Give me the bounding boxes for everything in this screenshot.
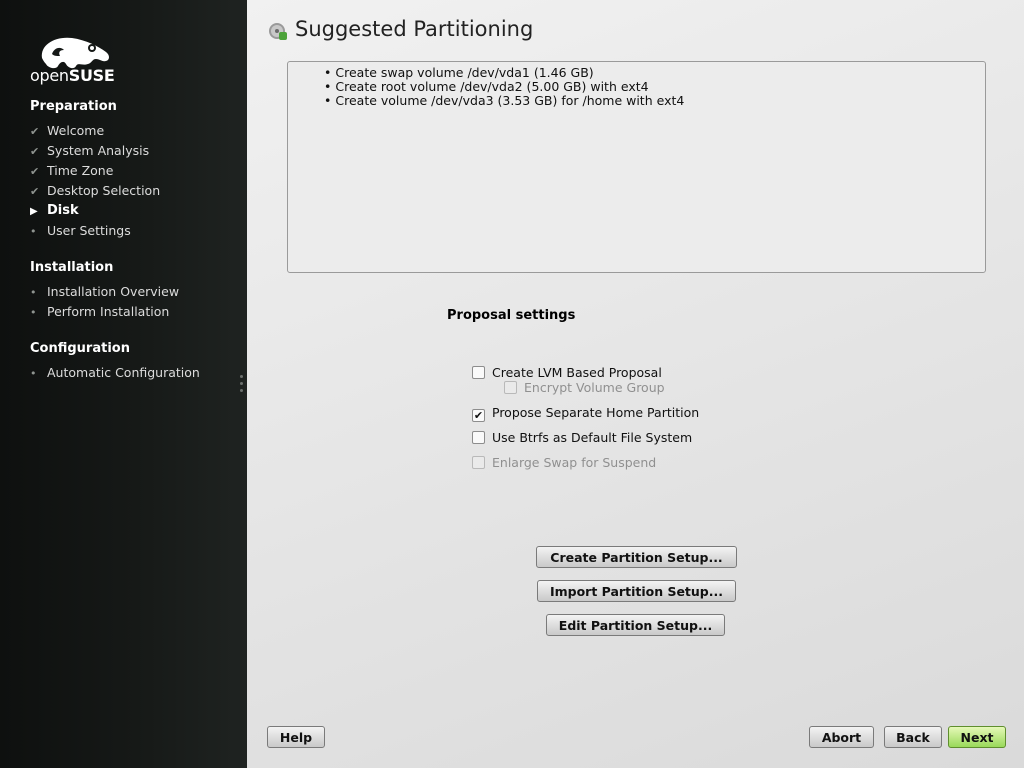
checkbox-box[interactable]: [472, 431, 485, 444]
help-button[interactable]: Help: [267, 726, 325, 748]
section-installation: Installation: [30, 260, 114, 275]
enlarge-swap-checkbox[interactable]: Enlarge Swap for Suspend: [472, 454, 656, 472]
step-perform-installation: • Perform Installation: [30, 302, 169, 322]
abort-button[interactable]: Abort: [809, 726, 874, 748]
step-time-zone: ✔ Time Zone: [30, 161, 113, 181]
proposal-settings-heading: Proposal settings: [447, 308, 576, 323]
checkbox-box[interactable]: [472, 366, 485, 379]
summary-item: Create root volume /dev/vda2 (5.00 GB) w…: [324, 80, 985, 94]
edit-partition-setup-button[interactable]: Edit Partition Setup...: [546, 614, 725, 636]
create-partition-setup-button[interactable]: Create Partition Setup...: [536, 546, 737, 568]
current-arrow-icon: ▶: [30, 206, 38, 217]
opensuse-logo: openSUSE: [30, 32, 115, 85]
checkbox-box[interactable]: [504, 381, 517, 394]
disk-icon: [269, 23, 287, 40]
step-desktop-selection: ✔ Desktop Selection: [30, 181, 160, 201]
step-system-analysis: ✔ System Analysis: [30, 141, 149, 161]
encrypt-volume-group-checkbox[interactable]: Encrypt Volume Group: [504, 379, 665, 397]
step-disk: ▶ Disk: [30, 201, 79, 221]
check-icon: ✔: [30, 145, 40, 158]
btrfs-default-checkbox[interactable]: Use Btrfs as Default File System: [472, 429, 692, 447]
bullet-icon: •: [30, 286, 37, 299]
section-configuration: Configuration: [30, 341, 130, 356]
checkbox-box[interactable]: [472, 456, 485, 469]
sidebar: openSUSE Preparation ✔ Welcome ✔ System An…: [0, 0, 247, 768]
check-icon: ✔: [30, 125, 40, 138]
check-icon: ✔: [30, 165, 40, 178]
step-installation-overview: • Installation Overview: [30, 282, 179, 302]
summary-item: Create swap volume /dev/vda1 (1.46 GB): [324, 66, 985, 80]
partition-summary: Create swap volume /dev/vda1 (1.46 GB) C…: [287, 61, 986, 273]
import-partition-setup-button[interactable]: Import Partition Setup...: [537, 580, 736, 602]
separate-home-checkbox[interactable]: ✔ Propose Separate Home Partition: [472, 404, 699, 422]
bullet-icon: •: [30, 367, 37, 380]
back-button[interactable]: Back: [884, 726, 942, 748]
step-automatic-configuration: • Automatic Configuration: [30, 363, 200, 383]
summary-item: Create volume /dev/vda3 (3.53 GB) for /h…: [324, 94, 985, 108]
step-user-settings: • User Settings: [30, 221, 131, 241]
check-icon: ✔: [30, 185, 40, 198]
bullet-icon: •: [30, 306, 37, 319]
page-title: Suggested Partitioning: [295, 17, 534, 41]
step-welcome: ✔ Welcome: [30, 121, 104, 141]
main-panel: Suggested Partitioning Create swap volum…: [247, 0, 1024, 768]
section-preparation: Preparation: [30, 99, 117, 114]
next-button[interactable]: Next: [948, 726, 1006, 748]
bullet-icon: •: [30, 225, 37, 238]
logo-text: openSUSE: [30, 66, 115, 85]
sidebar-resize-handle[interactable]: [240, 375, 244, 395]
checkbox-box[interactable]: ✔: [472, 409, 485, 422]
